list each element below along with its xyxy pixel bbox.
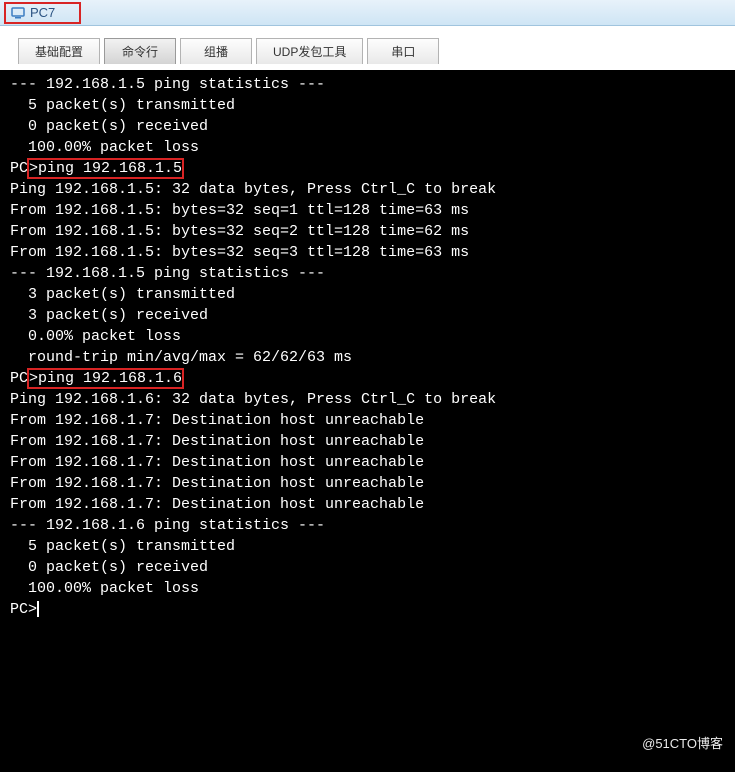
term-line: From 192.168.1.5: bytes=32 seq=2 ttl=128… <box>10 221 725 242</box>
prompt-text: PC> <box>10 601 37 618</box>
command-highlight-2: >ping 192.168.1.6 <box>27 368 184 389</box>
term-line: 3 packet(s) received <box>10 305 725 326</box>
term-line: Ping 192.168.1.5: 32 data bytes, Press C… <box>10 179 725 200</box>
term-line: From 192.168.1.7: Destination host unrea… <box>10 473 725 494</box>
term-line: 3 packet(s) transmitted <box>10 284 725 305</box>
tab-bar: 基础配置 命令行 组播 UDP发包工具 串口 <box>0 26 735 70</box>
term-line: From 192.168.1.7: Destination host unrea… <box>10 452 725 473</box>
term-line: 0 packet(s) received <box>10 557 725 578</box>
title-highlight-box: PC7 <box>4 2 81 24</box>
term-line: From 192.168.1.5: bytes=32 seq=1 ttl=128… <box>10 200 725 221</box>
term-line: 5 packet(s) transmitted <box>10 95 725 116</box>
term-line: --- 192.168.1.6 ping statistics --- <box>10 515 725 536</box>
term-prompt-line: PC>ping 192.168.1.5 <box>10 158 725 179</box>
term-line: 0 packet(s) received <box>10 116 725 137</box>
term-line: round-trip min/avg/max = 62/62/63 ms <box>10 347 725 368</box>
term-line: From 192.168.1.7: Destination host unrea… <box>10 410 725 431</box>
term-line: --- 192.168.1.5 ping statistics --- <box>10 263 725 284</box>
prompt-host: PC <box>10 160 28 177</box>
cursor-icon <box>37 601 39 617</box>
term-line: 5 packet(s) transmitted <box>10 536 725 557</box>
command-highlight-1: >ping 192.168.1.5 <box>27 158 184 179</box>
term-line: --- 192.168.1.5 ping statistics --- <box>10 74 725 95</box>
term-line: 100.00% packet loss <box>10 578 725 599</box>
tab-basic-config[interactable]: 基础配置 <box>18 38 100 64</box>
app-icon <box>10 5 26 21</box>
term-line: From 192.168.1.7: Destination host unrea… <box>10 431 725 452</box>
terminal-output[interactable]: --- 192.168.1.5 ping statistics --- 5 pa… <box>0 70 735 772</box>
tab-command-line[interactable]: 命令行 <box>104 38 176 64</box>
term-line: 100.00% packet loss <box>10 137 725 158</box>
term-line: Ping 192.168.1.6: 32 data bytes, Press C… <box>10 389 725 410</box>
tab-udp-tool[interactable]: UDP发包工具 <box>256 38 363 64</box>
window-titlebar: PC7 <box>0 0 735 26</box>
term-line: 0.00% packet loss <box>10 326 725 347</box>
tab-multicast[interactable]: 组播 <box>180 38 252 64</box>
term-prompt-current[interactable]: PC> <box>10 599 725 620</box>
window-title: PC7 <box>30 5 55 20</box>
term-prompt-line: PC>ping 192.168.1.6 <box>10 368 725 389</box>
tab-serial[interactable]: 串口 <box>367 38 439 64</box>
watermark-text: @51CTO博客 <box>642 733 723 752</box>
term-line: From 192.168.1.7: Destination host unrea… <box>10 494 725 515</box>
prompt-host: PC <box>10 370 28 387</box>
term-line: From 192.168.1.5: bytes=32 seq=3 ttl=128… <box>10 242 725 263</box>
